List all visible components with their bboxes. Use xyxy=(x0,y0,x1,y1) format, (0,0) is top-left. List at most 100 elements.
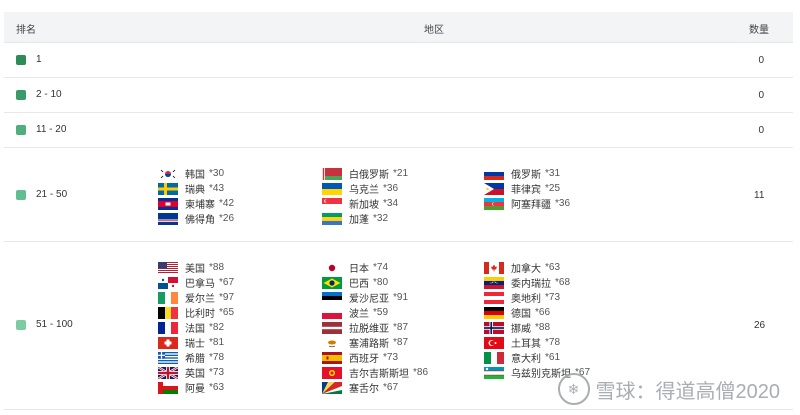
ph-flag-icon xyxy=(484,182,504,195)
header-count: 数量 xyxy=(749,25,769,36)
rank-color-swatch xyxy=(16,124,26,135)
country-rank: *67 xyxy=(219,277,235,288)
country-name: 比利时 xyxy=(185,309,215,320)
country-name: 菲律宾 xyxy=(511,185,541,196)
region-entry: 加蓬 *32 xyxy=(322,211,408,226)
country-name: 白俄罗斯 xyxy=(349,170,389,181)
ie-flag-icon xyxy=(158,291,178,304)
es-flag-icon xyxy=(322,351,342,364)
by-flag-icon xyxy=(322,167,342,180)
no-flag-icon xyxy=(484,321,504,334)
rank-cell: 1 xyxy=(16,54,42,65)
lv-flag-icon xyxy=(322,321,342,334)
pl-flag-icon xyxy=(322,306,342,319)
country-name: 佛得角 xyxy=(185,215,215,226)
country-rank: *36 xyxy=(555,198,571,209)
country-rank: *63 xyxy=(545,262,561,273)
country-name: 奥地利 xyxy=(511,294,541,305)
pa-flag-icon xyxy=(158,276,178,289)
rank-color-swatch xyxy=(16,319,26,330)
region-entry: 德国 *66 xyxy=(484,305,590,320)
it-flag-icon xyxy=(484,351,504,364)
rank-range: 21 - 50 xyxy=(36,189,68,200)
country-name: 加拿大 xyxy=(511,264,541,275)
region-entry: 瑞典 *43 xyxy=(158,181,234,196)
count-cell: 0 xyxy=(758,55,764,66)
region-column: 日本 *74 巴西 *80 爱沙尼亚 *91 波兰 *59 拉脱维亚 *87 塞浦路斯 *87 西班牙 *… xyxy=(322,260,428,395)
kg-flag-icon xyxy=(322,366,342,379)
region-entry: 塞浦路斯 *87 xyxy=(322,335,428,350)
ranking-table: 排名 地区 数量 1 0 2 - 10 0 11 - 20 0 21 - 50 … xyxy=(4,12,793,410)
ua-flag-icon xyxy=(322,182,342,195)
country-rank: *80 xyxy=(373,277,389,288)
country-name: 塞浦路斯 xyxy=(349,339,389,350)
country-name: 爱沙尼亚 xyxy=(349,294,389,305)
rank-cell: 2 - 10 xyxy=(16,89,62,100)
count-cell: 11 xyxy=(754,190,765,201)
country-rank: *88 xyxy=(209,262,225,273)
country-rank: *66 xyxy=(535,307,551,318)
kr-flag-icon xyxy=(158,167,178,180)
country-rank: *26 xyxy=(219,213,235,224)
sc-flag-icon xyxy=(322,381,342,394)
watermark: ❄ 雪球：得道高僧2020 xyxy=(557,373,781,405)
region-entry: 新加坡 *34 xyxy=(322,196,408,211)
header-rank: 排名 xyxy=(16,25,36,36)
country-name: 阿曼 xyxy=(185,384,205,395)
region-entry: 拉脱维亚 *87 xyxy=(322,320,428,335)
country-rank: *32 xyxy=(373,213,389,224)
country-rank: *25 xyxy=(545,183,561,194)
rank-range: 1 xyxy=(36,54,42,65)
country-name: 土耳其 xyxy=(511,339,541,350)
table-row: 2 - 10 0 xyxy=(4,78,793,113)
country-rank: *36 xyxy=(383,183,399,194)
country-name: 西班牙 xyxy=(349,354,379,365)
country-rank: *87 xyxy=(393,322,409,333)
region-entry: 西班牙 *73 xyxy=(322,350,428,365)
region-entry: 乌克兰 *36 xyxy=(322,181,408,196)
region-entry: 比利时 *65 xyxy=(158,305,234,320)
country-rank: *81 xyxy=(209,337,225,348)
region-column: 俄罗斯 *31 菲律宾 *25 阿塞拜疆 *36 xyxy=(484,166,570,211)
at-flag-icon xyxy=(484,291,504,304)
ga-flag-icon xyxy=(322,212,342,225)
country-rank: *78 xyxy=(209,352,225,363)
snowball-logo-icon: ❄ xyxy=(557,373,590,405)
region-entry: 巴西 *80 xyxy=(322,275,428,290)
region-entry: 英国 *73 xyxy=(157,365,234,380)
kh-flag-icon xyxy=(158,197,178,210)
count-cell: 0 xyxy=(758,90,764,101)
rank-range: 51 - 100 xyxy=(36,319,73,330)
region-column: 白俄罗斯 *21 乌克兰 *36 新加坡 *34 加蓬 *32 xyxy=(322,166,408,226)
country-name: 塞舌尔 xyxy=(349,384,379,395)
region-column: 美国 *88 巴拿马 *67 爱尔兰 *97 比利时 *65 法国 *82 瑞士 *81 希腊 *78 英国… xyxy=(157,260,235,395)
region-entry: 美国 *88 xyxy=(158,260,234,275)
country-name: 俄罗斯 xyxy=(511,170,541,181)
country-name: 新加坡 xyxy=(349,200,379,211)
country-rank: *34 xyxy=(383,198,399,209)
country-rank: *73 xyxy=(209,367,225,378)
rank-range: 11 - 20 xyxy=(36,124,67,135)
country-rank: *73 xyxy=(383,352,399,363)
country-name: 法国 xyxy=(185,324,205,335)
country-name: 乌克兰 xyxy=(349,185,379,196)
country-name: 波兰 xyxy=(349,309,369,320)
region-entry: 爱沙尼亚 *91 xyxy=(322,290,428,305)
rank-cell: 11 - 20 xyxy=(16,124,66,135)
ru-flag-icon xyxy=(484,167,504,180)
om-flag-icon xyxy=(158,381,178,394)
cy-flag-icon xyxy=(322,336,342,349)
country-rank: *42 xyxy=(219,198,235,209)
rank-color-swatch xyxy=(16,189,26,200)
country-name: 希腊 xyxy=(185,354,205,365)
country-name: 韩国 xyxy=(185,170,205,181)
country-name: 德国 xyxy=(511,309,531,320)
watermark-text: 雪球：得道高僧2020 xyxy=(595,380,781,403)
region-entry: 俄罗斯 *31 xyxy=(484,166,570,181)
country-name: 巴拿马 xyxy=(185,279,215,290)
region-entry: 奥地利 *73 xyxy=(484,290,590,305)
region-entry: 委内瑞拉 *68 xyxy=(484,275,590,290)
country-name: 挪威 xyxy=(511,324,531,335)
country-name: 英国 xyxy=(185,369,205,380)
region-entry: 吉尔吉斯斯坦 *86 xyxy=(322,365,428,380)
